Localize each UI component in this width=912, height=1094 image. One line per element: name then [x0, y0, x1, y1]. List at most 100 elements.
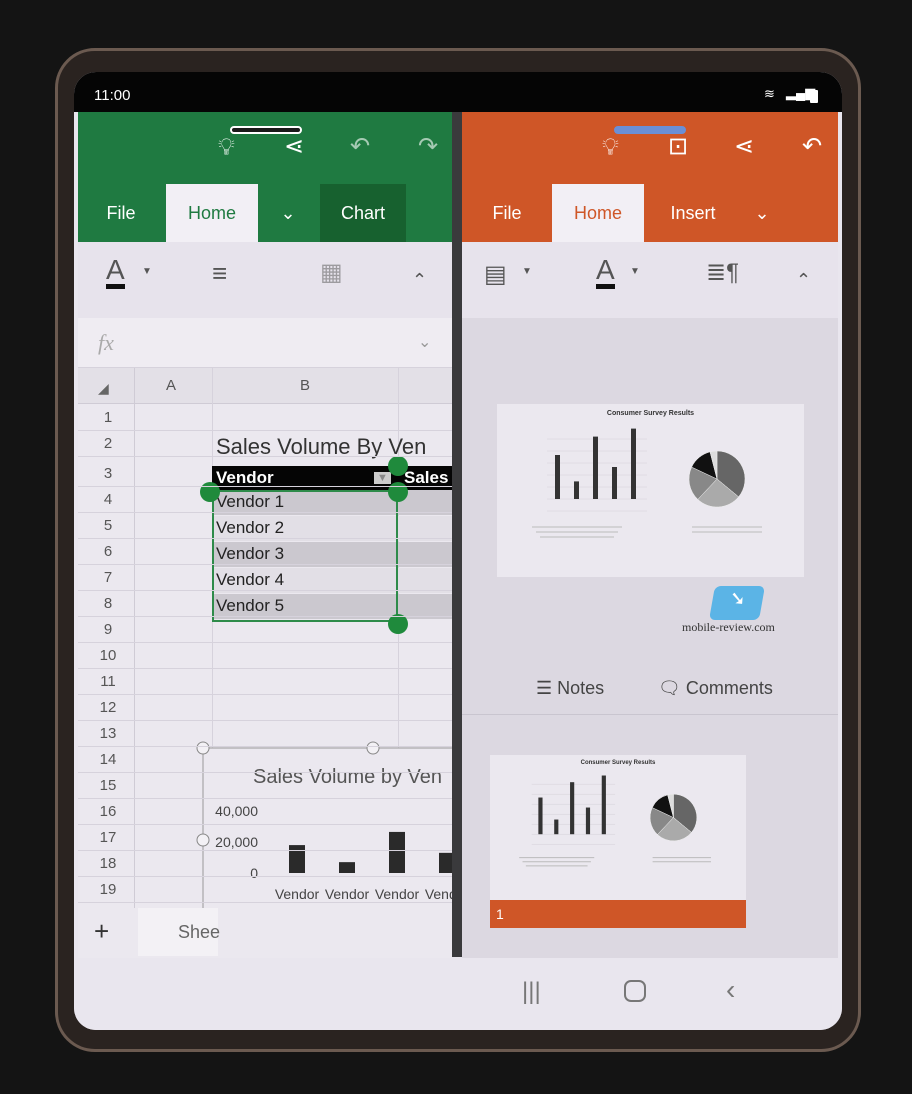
- row-header[interactable]: 3: [82, 465, 134, 482]
- dropdown-icon[interactable]: ▼: [142, 266, 152, 277]
- font-color-icon[interactable]: A: [596, 256, 615, 289]
- slide-bar: [585, 807, 591, 835]
- tab-file[interactable]: File: [96, 184, 146, 242]
- slide-number: 1: [490, 900, 746, 928]
- notes-button[interactable]: ☰ Notes: [536, 678, 604, 699]
- paragraph-icon[interactable]: ≣¶: [706, 258, 739, 287]
- nav-bar: ||| ‹: [74, 958, 842, 1030]
- row-header[interactable]: 14: [82, 751, 134, 768]
- lightbulb-icon[interactable]: 💡︎: [218, 134, 235, 162]
- row-header[interactable]: 6: [82, 543, 134, 560]
- row-header[interactable]: 11: [82, 673, 134, 690]
- y-tick-label: 20,000: [215, 834, 258, 850]
- formula-bar[interactable]: fx ⌄: [78, 318, 452, 368]
- powerpoint-toolbar: ▤ ▼ A ▼ ≣¶ ⌃: [462, 242, 838, 318]
- slide-bar: [538, 797, 543, 835]
- expand-formula-icon[interactable]: ⌄: [418, 332, 431, 352]
- format-table-icon[interactable]: ▦: [320, 258, 343, 287]
- notes-icon: ☰: [536, 678, 553, 698]
- tab-insert[interactable]: Insert: [658, 184, 728, 242]
- chart-resize-handle: [196, 741, 210, 755]
- share-icon[interactable]: ⋖: [284, 132, 304, 161]
- more-tabs-chevron-icon[interactable]: ⌄: [742, 184, 782, 242]
- collapse-ribbon-icon[interactable]: ⌃: [796, 270, 811, 291]
- undo-icon[interactable]: ↶: [802, 132, 822, 161]
- row-header[interactable]: 5: [82, 517, 134, 534]
- y-tick-label: 0: [250, 865, 258, 881]
- row-header[interactable]: 2: [82, 435, 134, 452]
- chart-resize-handle: [366, 741, 380, 755]
- align-icon[interactable]: ≡: [212, 258, 227, 289]
- comments-icon: 🗨︎: [658, 678, 681, 698]
- share-icon[interactable]: ⋖: [734, 132, 754, 161]
- powerpoint-ribbon: 💡︎ ⊡ ⋖ ↶ File Home Insert ⌄: [462, 112, 838, 242]
- row-header[interactable]: 12: [82, 699, 134, 716]
- slide-bar: [574, 481, 579, 499]
- wifi-icon: ≋: [764, 86, 775, 101]
- status-bar: 11:00 ≋ ▂▄▆: [74, 72, 842, 112]
- row-header[interactable]: 8: [82, 595, 134, 612]
- undo-icon[interactable]: ↶: [350, 132, 370, 161]
- fx-label: fx: [98, 330, 114, 355]
- x-tick-label: Vendor: [375, 886, 420, 902]
- bar: [339, 862, 355, 873]
- row-header[interactable]: 13: [82, 725, 134, 742]
- row-header[interactable]: 19: [82, 881, 134, 898]
- row-header[interactable]: 4: [82, 491, 134, 508]
- slide-bar: [570, 782, 575, 835]
- sheet-tab-bar: + Shee: [78, 908, 452, 958]
- row-header[interactable]: 9: [82, 621, 134, 638]
- tab-file[interactable]: File: [482, 184, 532, 242]
- layout-icon[interactable]: ▤: [484, 260, 507, 289]
- tab-home[interactable]: Home: [166, 184, 258, 242]
- back-icon[interactable]: ‹: [726, 974, 735, 1006]
- row-header[interactable]: 17: [82, 829, 134, 846]
- watermark: ➘ mobile-review.com: [682, 586, 775, 634]
- home-icon[interactable]: [624, 980, 646, 1002]
- collapse-ribbon-icon[interactable]: ⌃: [412, 270, 427, 291]
- x-tick-label: Vendor: [425, 886, 452, 902]
- chart-title: Sales Volume by Ven: [253, 766, 442, 788]
- slide-bar: [593, 436, 598, 499]
- lightbulb-icon[interactable]: 💡︎: [602, 134, 619, 162]
- present-icon[interactable]: ⊡: [668, 132, 688, 161]
- row-header[interactable]: 1: [82, 409, 134, 426]
- slide-main[interactable]: Consumer Survey Results: [497, 404, 804, 577]
- y-tick-label: 40,000: [215, 803, 258, 819]
- slide-thumbnail[interactable]: Consumer Survey Results 1: [490, 755, 746, 928]
- slide-bar: [631, 428, 636, 499]
- add-sheet-button[interactable]: +: [94, 916, 109, 947]
- dropdown-icon[interactable]: ▼: [630, 266, 640, 277]
- x-tick-label: Vendor: [325, 886, 370, 902]
- recents-icon[interactable]: |||: [522, 978, 541, 1006]
- sheet-tab[interactable]: Shee: [178, 922, 220, 943]
- spreadsheet-grid[interactable]: ◢ A B Sales Volume By Ven Vendor Sales V…: [78, 368, 452, 958]
- x-tick-label: Vendor: [275, 886, 320, 902]
- bar: [439, 852, 452, 873]
- clock: 11:00: [94, 87, 131, 104]
- row-header[interactable]: 15: [82, 777, 134, 794]
- bar: [389, 831, 405, 873]
- excel-ribbon: 💡︎ ⋖ ↶ ↷ File Home ⌄ Chart: [78, 112, 452, 242]
- comments-button[interactable]: 🗨︎ Comments: [658, 678, 773, 699]
- font-color-icon[interactable]: A: [106, 256, 125, 289]
- row-header[interactable]: 16: [82, 803, 134, 820]
- redo-icon[interactable]: ↷: [418, 132, 438, 161]
- slide-bar: [554, 819, 559, 835]
- tab-home[interactable]: Home: [552, 184, 644, 242]
- chart-resize-handle: [196, 833, 210, 847]
- more-tabs-chevron-icon[interactable]: ⌄: [268, 184, 308, 242]
- slide-bar: [555, 455, 560, 499]
- watermark-logo-icon: ➘: [709, 586, 765, 620]
- dropdown-icon[interactable]: ▼: [522, 266, 532, 277]
- excel-toolbar: A ▼ ≡ ▦ ⌃: [78, 242, 452, 318]
- slide-bar: [601, 775, 606, 835]
- row-header[interactable]: 7: [82, 569, 134, 586]
- slide-pane: Consumer Survey Results ➘ mobile-review.…: [462, 318, 838, 958]
- screen: 11:00 ≋ ▂▄▆ 💡︎ ⋖ ↶ ↷ File Home ⌄ Chart A…: [74, 72, 842, 1030]
- split-divider[interactable]: [452, 112, 462, 957]
- row-header[interactable]: 10: [82, 647, 134, 664]
- battery-icon: [810, 90, 818, 103]
- tab-chart[interactable]: Chart: [320, 184, 406, 242]
- row-header[interactable]: 18: [82, 855, 134, 872]
